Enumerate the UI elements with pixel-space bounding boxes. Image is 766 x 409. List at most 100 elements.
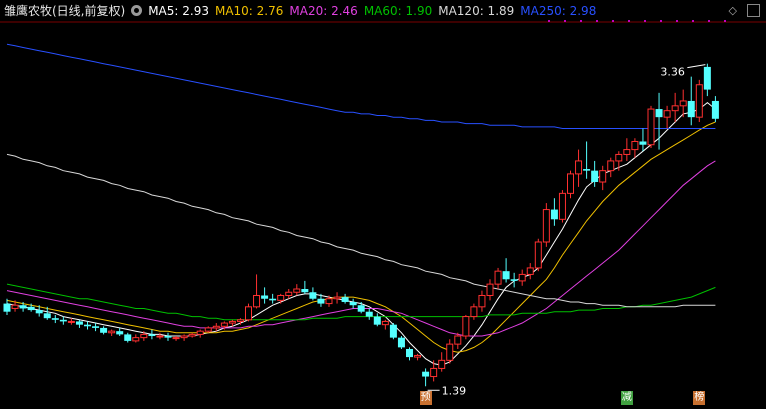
candle-body [502,271,510,280]
candle-body [301,289,309,293]
candle-body [687,100,695,118]
candle-body [164,336,172,338]
ma-line-ma250 [6,43,716,129]
candle-body [414,354,422,358]
candle-body [188,333,196,337]
candle-body [373,316,381,325]
candle-body [317,298,325,304]
high-label: 3.36 [660,66,685,79]
ma-legend-item: MA250: 2.98 [520,4,597,18]
candle-body [639,141,647,145]
candles [3,63,719,387]
candle-body [470,306,478,318]
candle-body [108,330,116,334]
ma-line-ma60 [6,283,716,321]
candle-body [204,327,212,332]
candle-body [583,169,591,171]
candle-body [631,140,639,151]
candle-body [711,100,719,119]
candle-body [212,325,220,329]
candle-body [100,327,108,333]
candle-body [140,333,148,339]
candle-body [27,306,35,311]
candle-body [156,335,164,338]
diamond-icon[interactable]: ◇ [729,4,737,17]
candle-body [703,66,711,90]
event-marker[interactable]: 减 [620,391,633,405]
window-toggle-icon[interactable] [747,4,760,17]
candle-body [389,324,397,338]
candlestick-chart: 3.36 1.39 [0,20,766,397]
candle-body [623,149,631,155]
candle-body [228,320,236,324]
candle-body [510,279,518,281]
settings-icon[interactable] [131,5,143,16]
candle-body [172,337,180,340]
chart-header: 雏鹰农牧(日线,前复权) MA5: 2.93 MA10: 2.76 MA20: 2.4… [0,0,766,22]
candle-body [132,337,140,342]
candle-body [518,273,526,282]
candle-body [341,297,349,302]
candle-body [462,316,470,337]
high-pointer [687,64,706,69]
candle-body [430,367,438,378]
candle-body [607,160,615,172]
candle-body [422,371,430,377]
ma-legend-item: MA10: 2.76 [214,4,284,18]
candle-body [333,296,341,300]
candle-body [542,209,550,243]
candle-body [51,318,59,320]
candle-body [615,153,623,162]
candle-body [655,109,663,118]
candle-body [84,324,91,327]
candle-body [486,283,494,296]
candle-body [245,306,252,321]
ma-line-ma10 [6,121,716,353]
candle-body [349,301,357,306]
candle-body [695,84,703,118]
candle-body [261,295,269,299]
candle-body [647,108,655,146]
candle-body [277,294,285,301]
candle-body [35,310,43,314]
ma-legend-item: MA5: 2.93 [148,4,209,18]
ma-legend: MA5: 2.93 MA10: 2.76 MA20: 2.46 MA60: 1.90 M… [148,4,602,18]
candle-body [253,294,261,308]
moving-averages [6,43,716,366]
candle-body [269,298,277,301]
ma-legend-item: MA60: 1.90 [363,4,433,18]
candle-body [478,294,486,308]
low-label: 1.39 [442,384,467,397]
ma-legend-item: MA120: 1.89 [438,4,515,18]
candle-body [438,359,446,369]
candle-body [325,298,333,305]
candle-body [236,319,244,322]
chart-title: 雏鹰农牧(日线,前复权) [4,4,126,18]
candle-body [116,331,124,335]
event-marker[interactable]: 预 [419,391,432,405]
candle-body [180,335,188,339]
candle-body [575,160,583,175]
candle-body [293,288,301,293]
candle-body [196,330,204,335]
candle-body [357,305,365,312]
candle-body [19,305,27,309]
candle-body [446,343,454,361]
candle-body [75,321,83,325]
ma-line-ma5 [6,101,716,366]
candle-body [92,326,100,328]
candle-body [663,110,671,118]
candle-body [599,170,607,183]
candle-body [381,320,389,326]
candle-body [454,335,462,345]
candle-body [406,348,413,358]
candle-body [397,337,405,348]
candle-body [43,313,51,319]
candle-body [534,241,542,269]
ma-legend-item: MA20: 2.46 [289,4,358,18]
candle-body [679,100,687,107]
candle-body [526,267,534,275]
candle-body [220,322,228,327]
candle-body [365,311,373,317]
event-marker[interactable]: 榜 [693,391,706,405]
